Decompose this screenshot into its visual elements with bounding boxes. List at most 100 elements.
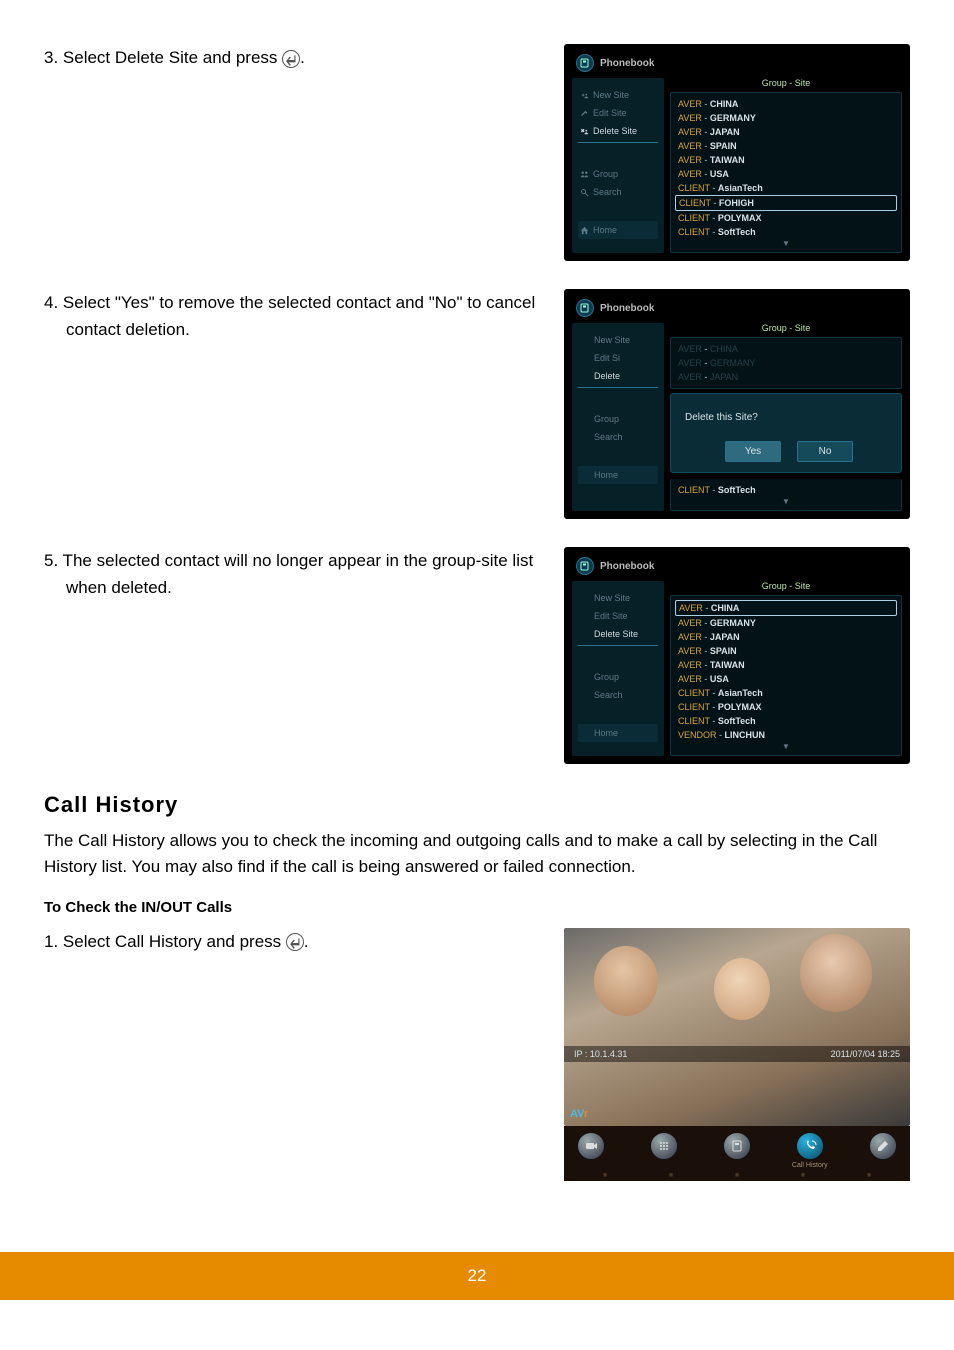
phonebook-icon: [576, 54, 594, 72]
menu-edit-site[interactable]: Edit Si: [578, 349, 658, 367]
menu-group[interactable]: Group: [578, 410, 658, 428]
list-item[interactable]: AVER - TAIWAN: [675, 153, 897, 167]
enter-icon: [286, 933, 304, 951]
book-icon: [723, 1132, 751, 1160]
settings-icon: [869, 1132, 897, 1160]
call-history-icon: [796, 1132, 824, 1160]
dot-icon: ■: [735, 1172, 739, 1179]
menu-column: New Site Edit Site Delete Site Group Sea…: [572, 78, 664, 253]
menu-edit-site[interactable]: Edit Site: [578, 104, 658, 122]
home-icon: [580, 226, 589, 235]
x-person-icon: [580, 127, 589, 136]
call-history-paragraph: The Call History allows you to check the…: [44, 828, 910, 881]
list-item[interactable]: AVER - GERMANY: [675, 111, 897, 125]
menu-search[interactable]: Search: [578, 428, 658, 446]
dot-icon: ■: [603, 1172, 607, 1179]
step-5-row: 5. The selected contact will no longer a…: [44, 547, 910, 764]
dim-list: AVER - CHINAAVER - GERMANYAVER - JAPAN: [670, 337, 902, 389]
dialog-no-button[interactable]: No: [797, 441, 853, 462]
ip-label: IP : 10.1.4.31: [574, 1049, 627, 1059]
taskbar-item-2[interactable]: [645, 1132, 684, 1170]
dialog-yes-button[interactable]: Yes: [725, 441, 781, 462]
list-item[interactable]: AVER - SPAIN: [675, 644, 897, 658]
delete-dialog: Delete this Site? Yes No: [670, 393, 902, 473]
list-item[interactable]: AVER - USA: [675, 672, 897, 686]
menu-home[interactable]: Home: [578, 221, 658, 239]
list-item[interactable]: CLIENT - AsianTech: [675, 686, 897, 700]
menu-delete-site[interactable]: Delete Site: [578, 122, 658, 143]
list-item[interactable]: AVER - CHINA: [675, 342, 897, 356]
step3-prefix: 3. Select Delete Site and press: [44, 48, 282, 67]
site-list-a[interactable]: AVER - CHINAAVER - GERMANYAVER - JAPANAV…: [670, 92, 902, 253]
taskbar-item-3[interactable]: [718, 1132, 757, 1170]
home-screenshot: IP : 10.1.4.31 2011/07/04 18:25 AVr Call…: [564, 928, 910, 1181]
phonebook-screenshot-2: Phonebook New Site Edit Si Delete Group …: [564, 289, 910, 519]
dot-icon: ■: [801, 1172, 805, 1179]
keypad-icon: [650, 1132, 678, 1160]
menu-edit-site[interactable]: Edit Site: [578, 607, 658, 625]
check-calls-subheading: To Check the IN/OUT Calls: [44, 899, 910, 916]
phonebook-icon: [576, 557, 594, 575]
list-item[interactable]: AVER - CHINA: [675, 97, 897, 111]
list-item[interactable]: VENDOR - LINCHUN: [675, 728, 897, 742]
step-5-text: 5. The selected contact will no longer a…: [44, 547, 564, 764]
menu-home[interactable]: Home: [578, 466, 658, 484]
menu-group[interactable]: Group: [578, 165, 658, 183]
home-taskbar: Call History ■■■■■: [564, 1126, 910, 1181]
scroll-down-icon: ▼: [675, 497, 897, 506]
step3-suffix: .: [300, 48, 305, 67]
search-icon: [580, 188, 589, 197]
plus-person-icon: [580, 91, 589, 100]
datetime-label: 2011/07/04 18:25: [831, 1049, 900, 1059]
scroll-down-icon: ▼: [675, 239, 897, 248]
list-item[interactable]: CLIENT - POLYMAX: [675, 700, 897, 714]
menu-home[interactable]: Home: [578, 724, 658, 742]
call-history-heading: Call History: [44, 792, 910, 818]
list-item[interactable]: CLIENT - SoftTech: [675, 225, 897, 239]
list-item[interactable]: AVER - CHINA: [675, 600, 897, 616]
taskbar-item-5[interactable]: [863, 1132, 902, 1170]
call-history-step1: 1. Select Call History and press .: [44, 928, 564, 1181]
phonebook-icon: [576, 299, 594, 317]
enter-icon: [282, 50, 300, 68]
pencil-person-icon: [580, 109, 589, 118]
list-item[interactable]: AVER - JAPAN: [675, 125, 897, 139]
phonebook-screenshot-1: Phonebook New Site Edit Site Delete Site…: [564, 44, 910, 261]
list-item[interactable]: AVER - GERMANY: [675, 616, 897, 630]
scroll-down-icon: ▼: [675, 742, 897, 751]
menu-new-site[interactable]: New Site: [578, 331, 658, 349]
menu-new-site[interactable]: New Site: [578, 86, 658, 104]
menu-new-site[interactable]: New Site: [578, 589, 658, 607]
menu-delete-site[interactable]: Delete: [578, 367, 658, 388]
list-item: CLIENT - SoftTech: [675, 483, 897, 497]
step-4-text: 4. Select "Yes" to remove the selected c…: [44, 289, 564, 519]
camera-icon: [577, 1132, 605, 1160]
step-3-text: 3. Select Delete Site and press .: [44, 44, 564, 261]
home-wallpaper: IP : 10.1.4.31 2011/07/04 18:25 AVr: [564, 928, 910, 1126]
step-4-row: 4. Select "Yes" to remove the selected c…: [44, 289, 910, 519]
list-item[interactable]: CLIENT - AsianTech: [675, 181, 897, 195]
list-item[interactable]: CLIENT - FOHIGH: [675, 195, 897, 211]
list-item[interactable]: AVER - TAIWAN: [675, 658, 897, 672]
taskbar-call-history[interactable]: Call History: [790, 1132, 829, 1170]
list-item[interactable]: AVER - GERMANY: [675, 356, 897, 370]
menu-search[interactable]: Search: [578, 183, 658, 201]
taskbar-item-1[interactable]: [572, 1132, 611, 1170]
list-item[interactable]: AVER - SPAIN: [675, 139, 897, 153]
page-number: 22: [0, 1252, 954, 1300]
dot-icon: ■: [867, 1172, 871, 1179]
list-item[interactable]: CLIENT - SoftTech: [675, 714, 897, 728]
list-item[interactable]: CLIENT - POLYMAX: [675, 211, 897, 225]
list-item[interactable]: AVER - JAPAN: [675, 370, 897, 384]
shot-header: Phonebook: [572, 52, 902, 78]
list-item[interactable]: AVER - USA: [675, 167, 897, 181]
phonebook-screenshot-3: Phonebook New Site Edit Site Delete Site…: [564, 547, 910, 764]
site-list-c[interactable]: AVER - CHINAAVER - GERMANYAVER - JAPANAV…: [670, 595, 902, 756]
menu-delete-site[interactable]: Delete Site: [578, 625, 658, 646]
group-icon: [580, 170, 589, 179]
menu-group[interactable]: Group: [578, 668, 658, 686]
group-site-header: Group - Site: [670, 78, 902, 92]
menu-search[interactable]: Search: [578, 686, 658, 704]
list-item[interactable]: AVER - JAPAN: [675, 630, 897, 644]
dialog-question: Delete this Site?: [685, 412, 893, 423]
